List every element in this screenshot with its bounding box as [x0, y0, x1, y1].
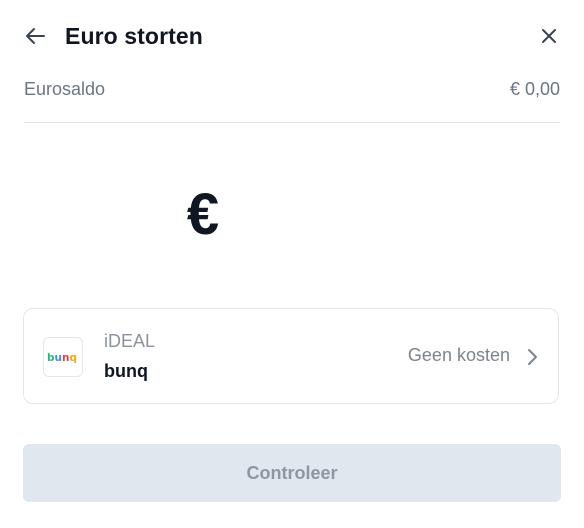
back-button[interactable] — [22, 23, 48, 49]
page-title: Euro storten — [65, 22, 203, 49]
close-icon — [542, 29, 556, 43]
bunq-logo: bunq — [47, 352, 77, 364]
bank-name: bunq — [104, 361, 148, 381]
balance-row: Eurosaldo € 0,00 — [24, 76, 560, 102]
balance-label: Eurosaldo — [24, 78, 106, 99]
amount-input[interactable]: € — [24, 170, 560, 260]
deposit-euro-dialog: Euro storten Eurosaldo € 0,00 € bunq iDE… — [0, 0, 584, 528]
chevron-right-icon — [522, 346, 542, 368]
payment-method-type: iDEAL — [104, 331, 156, 351]
divider — [24, 122, 560, 123]
bank-logo: bunq — [43, 337, 83, 377]
svg-text:bunq: bunq — [47, 352, 77, 364]
fee-label: Geen kosten — [407, 345, 510, 365]
close-button[interactable] — [536, 23, 562, 49]
check-button[interactable]: Controleer — [23, 444, 561, 502]
balance-value: € 0,00 — [509, 78, 560, 99]
arrow-left-icon — [26, 28, 45, 44]
currency-symbol: € — [186, 181, 220, 247]
dialog-header: Euro storten — [24, 18, 560, 54]
payment-method-selector[interactable]: bunq iDEAL bunq Geen kosten — [23, 308, 559, 404]
